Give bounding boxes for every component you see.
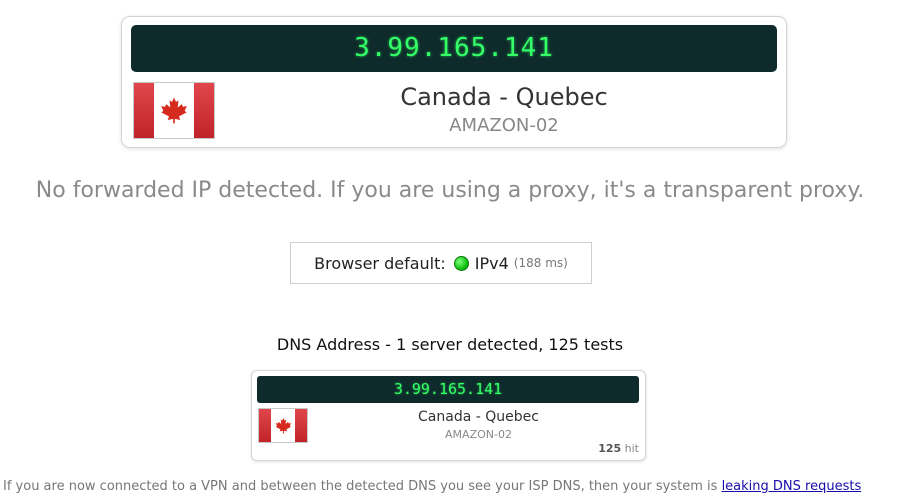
location-label: Canada - Quebec xyxy=(400,83,608,111)
ip-result-card: 3.99.165.141 Canada - Quebec AMAZON-02 xyxy=(121,16,787,148)
isp-label: AMAZON-02 xyxy=(449,115,559,136)
ip-address-display: 3.99.165.141 xyxy=(131,25,777,72)
forwarded-ip-message: No forwarded IP detected. If you are usi… xyxy=(35,178,865,203)
canada-flag-icon xyxy=(258,408,308,443)
protocol-label: IPv4 xyxy=(474,253,509,273)
latency-label: (188 ms) xyxy=(513,256,568,270)
dns-heading: DNS Address - 1 server detected, 125 tes… xyxy=(276,335,624,354)
hit-label: hit xyxy=(624,442,639,455)
maple-leaf-icon xyxy=(275,417,291,434)
canada-flag-icon xyxy=(133,82,215,139)
hit-count-value: 125 xyxy=(598,442,622,455)
footer-note: If you are now connected to a VPN and be… xyxy=(3,479,861,494)
browser-default-label: Browser default: xyxy=(314,253,446,273)
dns-ip-display: 3.99.165.141 xyxy=(257,376,639,403)
green-dot-icon xyxy=(453,255,469,271)
maple-leaf-icon xyxy=(161,97,187,124)
dns-isp-label: AMAZON-02 xyxy=(445,428,512,441)
browser-default-box: Browser default: IPv4 (188 ms) xyxy=(290,242,592,284)
dns-hit-count: 125 hit xyxy=(598,442,639,455)
footer-text: If you are now connected to a VPN and be… xyxy=(3,479,722,494)
dns-location-label: Canada - Quebec xyxy=(418,409,539,425)
leaking-dns-link[interactable]: leaking DNS requests xyxy=(722,479,862,494)
dns-server-card: 3.99.165.141 Canada - Quebec AMAZON-02 1… xyxy=(251,370,646,461)
